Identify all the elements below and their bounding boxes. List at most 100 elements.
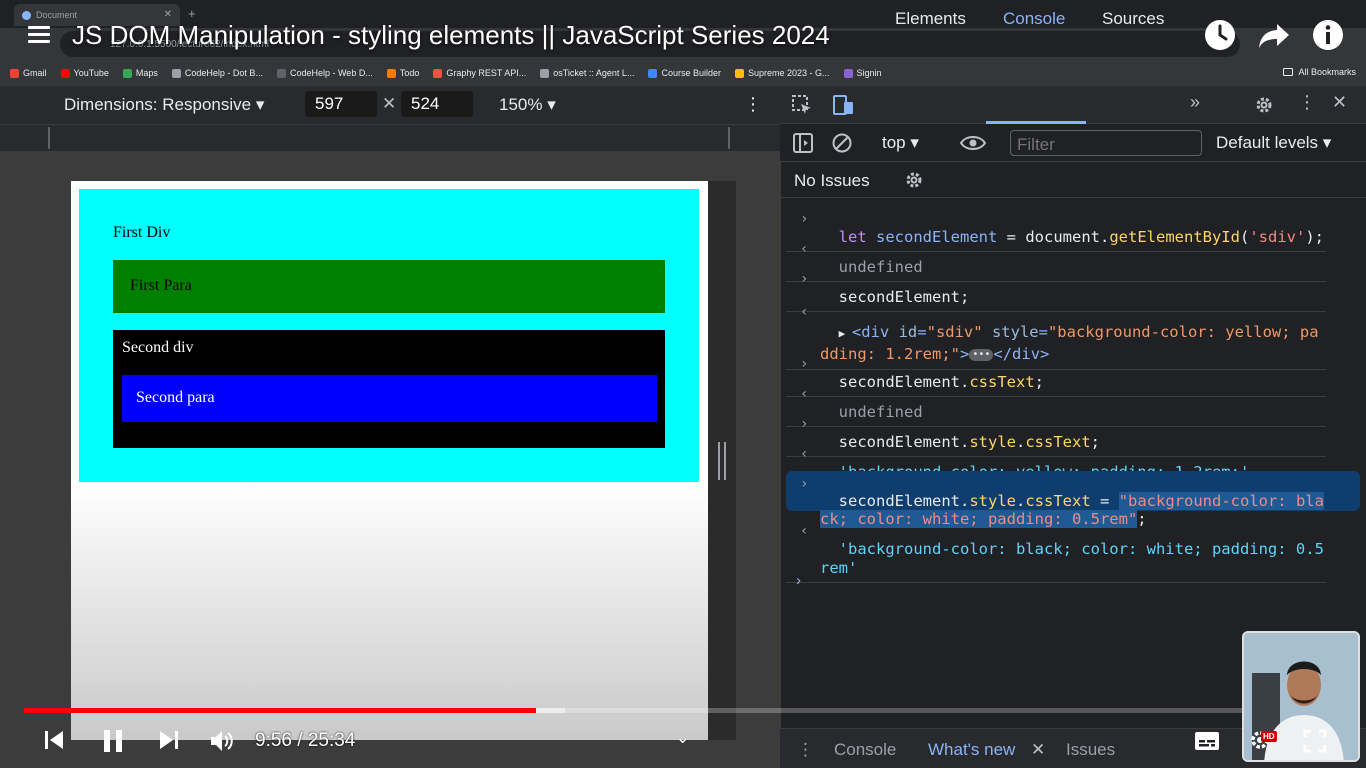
bookmark-favicon-icon (276, 68, 286, 78)
bookmark-label: Gmail (23, 68, 47, 78)
dimensions-label: Dimensions: Responsive (64, 95, 252, 114)
bookmark-label: CodeHelp - Web D... (289, 68, 373, 78)
more-tabs-icon[interactable]: » (1190, 92, 1200, 113)
result-arrow-icon: ‹ (800, 523, 809, 539)
bookmark-item[interactable]: Gmail (10, 68, 47, 78)
console-result-line: ‹ 'background-color: black; color: white;… (786, 521, 1326, 583)
times-icon: ✕ (382, 94, 397, 113)
bookmark-favicon-icon (734, 68, 744, 78)
gear-icon[interactable] (1253, 94, 1275, 116)
console-settings-icon[interactable] (903, 169, 925, 191)
tab-sources[interactable]: Sources (1102, 9, 1164, 29)
input-chevron-icon: › (800, 476, 809, 492)
subtitles-icon[interactable] (1194, 731, 1220, 751)
all-bookmarks-button[interactable]: All Bookmarks (1283, 67, 1356, 77)
bookmark-item[interactable]: Graphy REST API... (433, 68, 526, 78)
tab-favicon-icon (22, 11, 31, 20)
zoom-dropdown[interactable]: 150% ▾ (499, 95, 556, 115)
bookmark-item[interactable]: Maps (122, 68, 158, 78)
next-icon[interactable] (157, 728, 181, 752)
pause-icon[interactable] (100, 728, 126, 754)
code-property: style (969, 492, 1016, 510)
first-para: First Para (113, 260, 665, 313)
drawer-tab-console[interactable]: Console (834, 740, 896, 760)
bookmark-item[interactable]: Course Builder (648, 68, 721, 78)
zoom-label: 150% (499, 95, 543, 114)
input-chevron-icon: › (800, 271, 809, 287)
filter-input[interactable] (1010, 130, 1202, 156)
issues-counter[interactable]: No Issues (794, 171, 870, 191)
tab-console[interactable]: Console (1003, 9, 1065, 29)
devtools-menu-icon[interactable]: ⋮ (1298, 92, 1316, 113)
drawer-menu-icon[interactable]: ⋮ (797, 740, 814, 760)
first-div-text: First Div (113, 224, 171, 241)
bookmark-label: YouTube (73, 68, 109, 78)
volume-icon[interactable] (209, 728, 235, 754)
clear-console-icon[interactable] (831, 132, 853, 154)
previous-icon[interactable] (42, 728, 66, 752)
bookmark-favicon-icon (433, 68, 443, 78)
code-text: . (1016, 492, 1026, 510)
device-toggle-icon[interactable] (831, 94, 855, 116)
progress-played[interactable] (24, 708, 536, 713)
video-title[interactable]: JS DOM Manipulation - styling elements |… (72, 20, 830, 51)
bookmark-item[interactable]: CodeHelp - Web D... (276, 68, 373, 78)
drawer-tab-whats-new[interactable]: What's new (928, 740, 1015, 760)
close-devtools-icon[interactable]: ✕ (1332, 92, 1347, 113)
second-div-text: Second div (122, 339, 194, 356)
bookmark-favicon-icon (122, 68, 132, 78)
all-bookmarks-label: All Bookmarks (1298, 67, 1356, 77)
second-para: Second para (122, 375, 657, 422)
bookmark-favicon-icon (843, 68, 853, 78)
fullscreen-icon[interactable] (1303, 729, 1327, 753)
info-icon[interactable] (1311, 18, 1345, 52)
playlist-menu-icon[interactable] (28, 26, 50, 44)
levels-label: Default levels (1216, 133, 1319, 152)
height-input[interactable]: 524 (401, 91, 473, 117)
log-levels-dropdown[interactable]: Default levels ▾ (1216, 133, 1331, 153)
close-tab-icon[interactable]: ✕ (164, 9, 172, 20)
bookmark-favicon-icon (386, 68, 396, 78)
result-value: 'background-color: black; color: white; … (820, 540, 1324, 577)
html-tag: <div (851, 323, 899, 341)
bookmark-item[interactable]: osTicket :: Agent L... (540, 68, 634, 78)
bookmark-item[interactable]: YouTube (60, 68, 109, 78)
bookmark-item[interactable]: Supreme 2023 - G... (734, 68, 830, 78)
dimensions-dropdown[interactable]: Dimensions: Responsive ▾ (64, 95, 264, 115)
folder-icon (1283, 68, 1294, 76)
code-text: = (1090, 492, 1119, 510)
bookmark-item[interactable]: CodeHelp - Dot B... (171, 68, 263, 78)
bookmark-favicon-icon (648, 68, 658, 78)
time-display: 9:56 / 25:34 (255, 730, 356, 751)
bookmark-favicon-icon (540, 68, 550, 78)
bookmark-item[interactable]: Todo (386, 68, 419, 78)
media-query-ruler (0, 124, 780, 152)
inspect-element-icon[interactable] (791, 94, 813, 116)
eye-icon[interactable] (959, 133, 987, 153)
width-input[interactable]: 597 (305, 91, 377, 117)
context-selector[interactable]: top ▾ (882, 133, 919, 153)
chevron-down-icon[interactable]: ⌄ (676, 728, 689, 748)
new-tab-icon[interactable]: + (188, 6, 196, 21)
drawer-tab-issues[interactable]: Issues (1066, 740, 1115, 760)
code-text: secondElement. (838, 492, 970, 510)
tab-elements[interactable]: Elements (895, 9, 966, 29)
bookmark-label: CodeHelp - Dot B... (184, 68, 263, 78)
watch-later-icon[interactable] (1203, 18, 1237, 52)
expand-triangle-icon[interactable]: ▶ (839, 327, 852, 340)
bookmark-favicon-icon (60, 68, 70, 78)
bookmark-label: Signin (856, 68, 882, 78)
bookmark-label: Graphy REST API... (446, 68, 527, 78)
bookmark-label: Maps (135, 68, 158, 78)
console-prompt-icon[interactable]: › (796, 572, 801, 589)
more-options-icon[interactable]: ⋮ (744, 94, 762, 115)
bookmark-item[interactable]: Signin (843, 68, 882, 78)
bookmark-label: osTicket :: Agent L... (553, 68, 635, 78)
sidebar-toggle-icon[interactable] (792, 132, 814, 154)
context-label: top (882, 133, 906, 152)
resize-handle-icon[interactable] (718, 442, 726, 480)
close-drawer-tab-icon[interactable]: ✕ (1031, 740, 1045, 760)
result-arrow-icon: ‹ (800, 304, 809, 320)
device-toolbar: Dimensions: Responsive ▾ 597 ✕ 524 150% … (0, 86, 780, 124)
share-icon[interactable] (1257, 18, 1291, 52)
